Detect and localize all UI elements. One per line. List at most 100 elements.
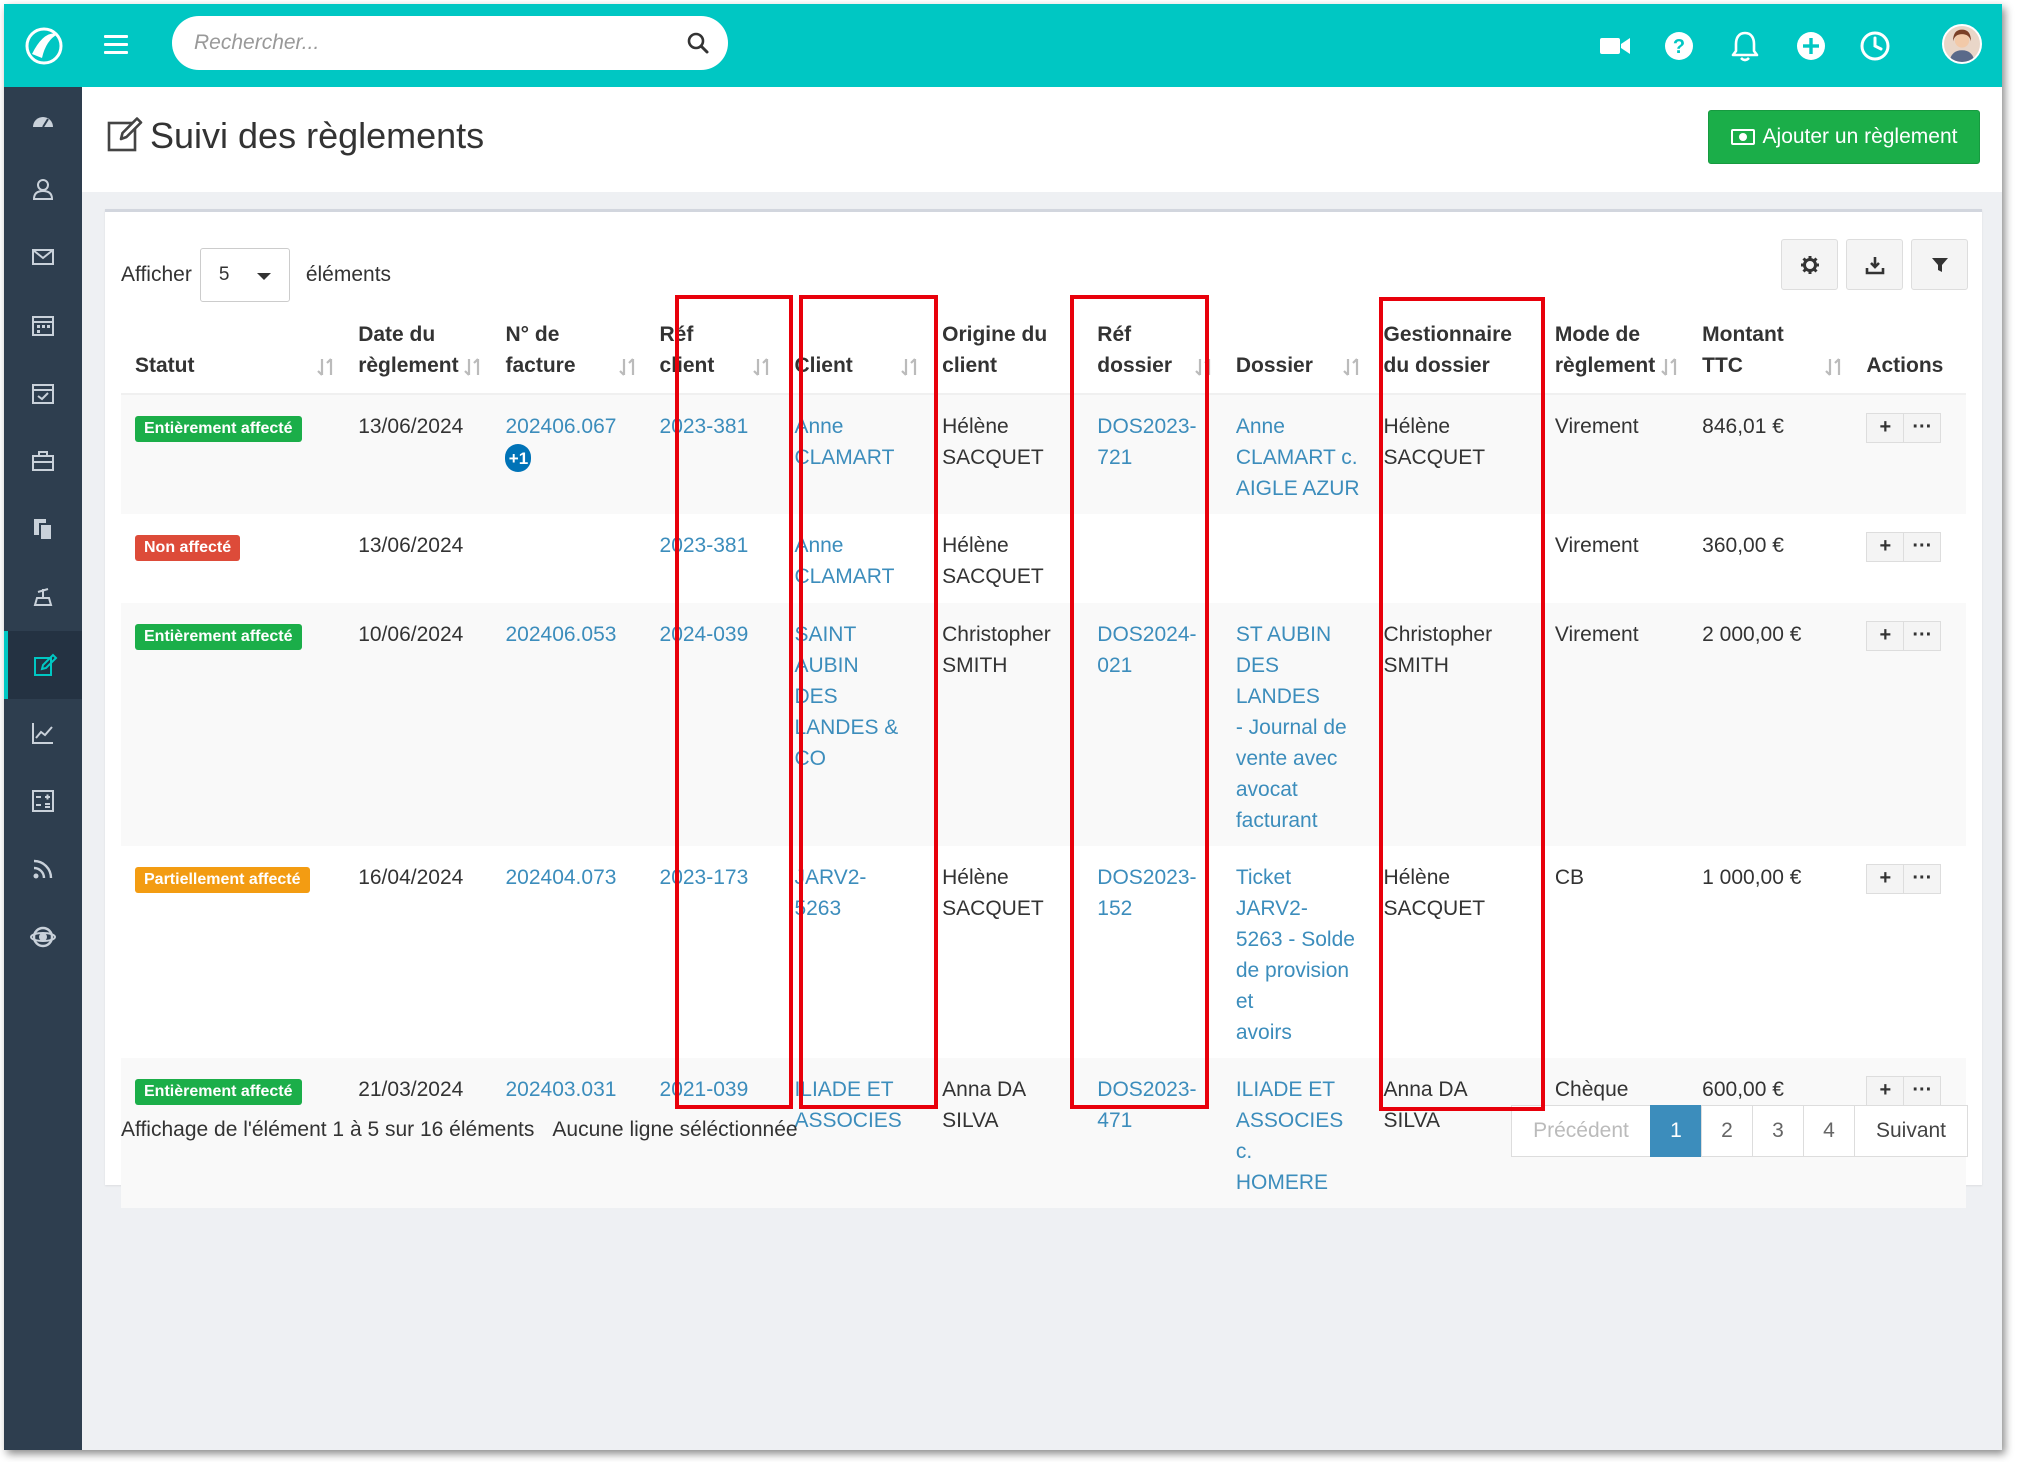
- add-payment-button[interactable]: Ajouter un règlement: [1708, 110, 1980, 164]
- table-row[interactable]: Partiellement affecté 16/04/2024 202404.…: [121, 846, 1966, 1058]
- page-button-1[interactable]: 1: [1650, 1105, 1702, 1157]
- edit-icon: [107, 117, 143, 152]
- clock-icon[interactable]: [1857, 28, 1893, 64]
- table-row[interactable]: Non affecté 13/06/2024 2023-381 Anne CLAM…: [121, 514, 1966, 603]
- dossier-link[interactable]: Ticket JARV2- 5263 - Solde de provision et…: [1236, 866, 1355, 1044]
- sidebar-item-mail[interactable]: [4, 223, 82, 291]
- status-badge: Entièrement affecté: [135, 416, 302, 442]
- column-header-date[interactable]: Date du règlement: [344, 304, 492, 395]
- dossier-link[interactable]: ST AUBIN DES LANDES - Journal de vente avec…: [1236, 623, 1347, 832]
- sidebar-item-dashboard[interactable]: [4, 87, 82, 155]
- more-invoices-badge[interactable]: +1: [505, 444, 532, 473]
- previous-page-button[interactable]: Précédent: [1511, 1105, 1651, 1157]
- user-avatar[interactable]: [1942, 24, 1982, 64]
- amount-ttc: 1 000,00 €: [1702, 866, 1802, 889]
- menu-toggle-icon[interactable]: [104, 35, 128, 55]
- sort-icon[interactable]: [1824, 356, 1846, 378]
- sidebar-item-statistiques[interactable]: [4, 699, 82, 767]
- sidebar-item-dossiers[interactable]: [4, 427, 82, 495]
- column-header-dossier[interactable]: Dossier: [1221, 304, 1370, 395]
- filter-button[interactable]: [1911, 239, 1968, 290]
- sidebar-item-facturation[interactable]: [4, 563, 82, 631]
- page-length-select[interactable]: 5: [199, 248, 290, 302]
- app-window: ?: [4, 4, 2002, 1450]
- sort-icon[interactable]: [316, 356, 338, 378]
- settings-button[interactable]: [1781, 239, 1838, 290]
- more-actions-button[interactable]: ···: [1903, 412, 1942, 443]
- bell-icon[interactable]: [1727, 28, 1763, 64]
- client-origin: Hélène SACQUET: [942, 866, 1044, 920]
- invoice-link[interactable]: 202406.053: [505, 623, 616, 646]
- sidebar-item-calendar[interactable]: [4, 291, 82, 359]
- client-origin: Christopher SMITH: [928, 603, 1084, 846]
- support-icon: [30, 926, 56, 948]
- sort-icon[interactable]: [463, 356, 485, 378]
- payment-mode: Virement: [1540, 603, 1689, 846]
- sort-icon[interactable]: [618, 356, 640, 378]
- invoice-cell: [491, 514, 645, 603]
- table-row[interactable]: Entièrement affecté 10/06/2024 202406.05…: [121, 603, 1966, 846]
- highlight-client: [799, 295, 938, 1109]
- length-prefix: Afficher: [121, 263, 192, 286]
- length-suffix: éléments: [305, 263, 392, 286]
- row-actions: + ···: [1866, 1075, 1942, 1106]
- sidebar-item-reglements[interactable]: [4, 631, 82, 699]
- app-logo-icon[interactable]: [22, 24, 66, 68]
- more-actions-button[interactable]: ···: [1903, 1075, 1942, 1106]
- more-actions-button[interactable]: ···: [1903, 531, 1942, 562]
- page-button-2[interactable]: 2: [1701, 1105, 1753, 1157]
- dossier-link[interactable]: ILIADE ET ASSOCIES c. HOMERE: [1236, 1078, 1343, 1194]
- invoice-link[interactable]: 202404.073: [505, 866, 616, 889]
- highlight-ref-dossier: [1070, 295, 1209, 1109]
- sidebar-item-support[interactable]: [4, 903, 82, 971]
- plus-circle-icon[interactable]: [1793, 28, 1829, 64]
- invoice-link[interactable]: 202403.031: [505, 1078, 616, 1101]
- sidebar-item-documents[interactable]: [4, 495, 82, 563]
- column-header-mode[interactable]: Mode de règlement: [1540, 304, 1689, 395]
- add-action-button[interactable]: +: [1866, 531, 1905, 562]
- payments-card: Afficher 5 éléments Statut Date du règle…: [105, 209, 1982, 1208]
- sidebar-item-contacts[interactable]: [4, 155, 82, 223]
- sort-icon[interactable]: [1342, 356, 1364, 378]
- scale-icon: [33, 588, 53, 606]
- column-header-origine: Origine du client: [928, 304, 1084, 395]
- search-icon[interactable]: [686, 31, 710, 55]
- add-action-button[interactable]: +: [1866, 1075, 1905, 1106]
- sidebar-item-flux[interactable]: [4, 835, 82, 903]
- invoice-link[interactable]: 202406.067: [505, 415, 616, 438]
- svg-text:?: ?: [1673, 36, 1685, 58]
- help-icon[interactable]: ?: [1661, 28, 1697, 64]
- export-button[interactable]: [1846, 239, 1903, 290]
- table-row[interactable]: Entièrement affecté 13/06/2024 202406.06…: [121, 394, 1966, 514]
- documents-icon: [34, 519, 53, 541]
- column-header-statut[interactable]: Statut: [121, 304, 345, 395]
- search-box: [172, 16, 728, 70]
- selection-info: Aucune ligne séléctionnée: [552, 1118, 798, 1141]
- payments-table: Statut Date du règlement N° de facture Réf…: [121, 304, 1966, 1208]
- search-input[interactable]: [194, 16, 664, 70]
- sidebar-item-tasks[interactable]: [4, 359, 82, 427]
- row-actions: + ···: [1866, 412, 1942, 443]
- more-actions-button[interactable]: ···: [1903, 863, 1942, 894]
- add-action-button[interactable]: +: [1866, 620, 1905, 651]
- client-origin: Anna DA SILVA: [928, 1058, 1084, 1208]
- dossier-cell: [1222, 514, 1370, 603]
- page-button-4[interactable]: 4: [1803, 1105, 1855, 1157]
- more-actions-button[interactable]: ···: [1903, 620, 1942, 651]
- rss-icon: [33, 859, 53, 879]
- download-icon: [1865, 256, 1884, 274]
- dossier-link[interactable]: Anne CLAMART c. AIGLE AZUR: [1236, 415, 1360, 500]
- sort-icon[interactable]: [1660, 356, 1682, 378]
- sidebar-item-calculs[interactable]: [4, 767, 82, 835]
- video-icon[interactable]: [1597, 28, 1633, 64]
- status-badge: Partiellement affecté: [135, 867, 310, 893]
- column-header-montant[interactable]: Montant TTC: [1688, 304, 1853, 395]
- add-action-button[interactable]: +: [1866, 412, 1905, 443]
- add-action-button[interactable]: +: [1866, 863, 1905, 894]
- highlight-gestionnaire: [1379, 297, 1545, 1111]
- page-button-3[interactable]: 3: [1752, 1105, 1804, 1157]
- next-page-button[interactable]: Suivant: [1854, 1105, 1968, 1157]
- row-actions: + ···: [1866, 863, 1942, 894]
- sidebar: [4, 87, 82, 1450]
- column-header-facture[interactable]: N° de facture: [491, 304, 646, 395]
